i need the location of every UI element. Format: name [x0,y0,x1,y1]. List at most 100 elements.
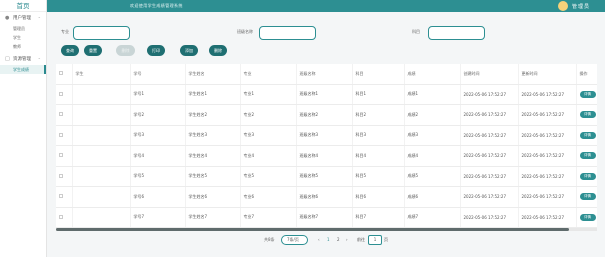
table-cell: 2022-05-06 17:52:27 [460,104,519,126]
row-detail-button[interactable]: 详情 [579,131,596,139]
table-row[interactable]: 学号5 学生姓名5 专业5 班级名称5 科目5 成绩5 2022-05-06 17:52:2… [56,166,597,187]
row-select-cell[interactable] [56,186,73,208]
table-row[interactable]: 学号3 学生姓名3 专业3 班级名称3 科目3 成绩3 2022-05-06 17:52:2… [56,125,597,146]
column-header: 学号 [130,64,186,85]
row-detail-button[interactable]: 详情 [579,111,596,119]
table-cell: 2022-05-06 17:52:27 [518,104,577,126]
sidebar-group-resources[interactable]: □ 资源管理 ⌃ [0,53,46,65]
major-label: 专业 [61,29,69,34]
add-button[interactable]: 添加 [180,45,198,56]
subject-input[interactable] [428,26,485,40]
row-select-cell[interactable] [56,145,73,167]
table-cell: 学生姓名5 [185,166,241,187]
table-row[interactable]: 学号1 学生姓名1 专业1 班级名称1 科目1 成绩1 2022-05-06 17:52:2… [56,84,597,105]
sidebar-item-admin[interactable]: 管理员 [0,24,46,33]
class-name-label: 班级名称 [237,29,253,34]
reset-button[interactable]: 重置 [84,45,102,56]
row-checkbox[interactable] [59,91,63,96]
row-detail-button[interactable]: 详情 [579,90,596,98]
table-cell: 科目6 [352,186,405,208]
table-row[interactable]: 学号6 学生姓名6 专业6 班级名称6 科目6 成绩6 2022-05-06 17:52:2… [56,186,597,208]
row-detail-button[interactable]: 详情 [579,172,596,180]
student-cell [72,125,131,146]
scrollbar-thumb[interactable] [56,228,569,231]
sidebar-item-teacher[interactable]: 教师 [0,42,46,51]
goto-page-input[interactable]: 1 [368,235,382,245]
username[interactable]: 管理员 [572,3,590,10]
row-detail-button[interactable]: 详情 [579,152,596,160]
action-cell: 详情 [576,186,597,208]
row-select-cell[interactable] [56,166,73,187]
table-cell: 成绩3 [404,125,461,146]
row-detail-button[interactable]: 详情 [579,213,596,221]
table-row[interactable]: 学号4 学生姓名4 专业4 班级名称4 科目4 成绩4 2022-05-06 17:52:2… [56,145,597,167]
student-cell [72,145,131,167]
student-cell [72,104,131,126]
page-number[interactable]: 2 [337,237,340,242]
row-select-cell[interactable] [56,84,73,105]
sidebar-home[interactable]: 首页 [0,0,46,12]
column-header: 创建时间 [460,64,519,85]
table-cell: 班级名称4 [296,145,353,167]
table-cell: 班级名称6 [296,186,353,208]
select-all-checkbox[interactable] [59,71,63,76]
student-cell [72,186,131,208]
table-cell: 科目3 [352,125,405,146]
top-bar: 欢迎使用学生成绩管理系统 管理员 [47,0,605,12]
table-cell: 成绩4 [404,145,461,167]
table-cell: 学生姓名2 [185,104,241,126]
table-cell: 班级名称1 [296,84,353,105]
delete-button[interactable]: 删除 [209,45,227,56]
sidebar-item-scores[interactable]: 学生成绩 [0,65,46,74]
row-checkbox[interactable] [59,153,63,158]
print-button[interactable]: 打印 [147,45,165,56]
table-cell: 2022-05-06 17:52:27 [518,166,577,187]
select-all-cell[interactable] [56,64,73,85]
table-cell: 学号5 [130,166,186,187]
folder-icon: □ [5,55,10,62]
row-select-cell[interactable] [56,207,73,228]
row-checkbox[interactable] [59,112,63,117]
table-cell: 成绩2 [404,104,461,126]
table-cell: 学号4 [130,145,186,167]
student-cell [72,84,131,105]
row-checkbox[interactable] [59,214,63,219]
action-cell: 详情 [576,166,597,187]
page-number[interactable]: 1 [327,237,330,242]
row-checkbox[interactable] [59,132,63,137]
sidebar-item-student[interactable]: 学生 [0,33,46,42]
table-cell: 专业4 [240,145,297,167]
next-page-icon[interactable]: › [346,237,348,242]
prev-page-icon[interactable]: ‹ [318,237,320,242]
table-cell: 科目5 [352,166,405,187]
table-cell: 科目2 [352,104,405,126]
row-checkbox[interactable] [59,194,63,199]
row-checkbox[interactable] [59,173,63,178]
table-cell: 学号6 [130,186,186,208]
table-cell: 2022-05-06 17:52:27 [460,207,519,228]
row-select-cell[interactable] [56,104,73,126]
table-row[interactable]: 学号7 学生姓名7 专业7 班级名称7 科目7 成绩7 2022-05-06 17:52:2… [56,207,597,228]
table-cell: 2022-05-06 17:52:27 [518,125,577,146]
action-cell: 详情 [576,207,597,228]
chevron-up-icon: ⌃ [37,56,41,62]
sidebar-group-users[interactable]: ● 用户管理 ⌃ [0,12,46,24]
subject-label: 科目 [412,29,420,34]
class-name-input[interactable] [259,26,316,40]
major-input[interactable] [73,26,130,40]
sidebar-group-label: 资源管理 [13,57,31,62]
search-button[interactable]: 查询 [61,45,79,56]
horizontal-scrollbar[interactable] [56,228,597,231]
table-row[interactable]: 学号2 学生姓名2 专业2 班级名称2 科目2 成绩2 2022-05-06 17:52:2… [56,104,597,126]
row-detail-button[interactable]: 详情 [579,193,596,201]
table-cell: 2022-05-06 17:52:27 [460,186,519,208]
batch-delete-button[interactable]: 删除 [116,45,135,56]
table-cell: 2022-05-06 17:52:27 [518,84,577,105]
student-cell [72,166,131,187]
page-size-select[interactable]: 7条/页 [281,235,308,245]
row-select-cell[interactable] [56,125,73,146]
avatar[interactable] [558,1,568,11]
table-cell: 学生姓名6 [185,186,241,208]
table-cell: 2022-05-06 17:52:27 [460,145,519,167]
user-icon: ● [5,14,10,21]
